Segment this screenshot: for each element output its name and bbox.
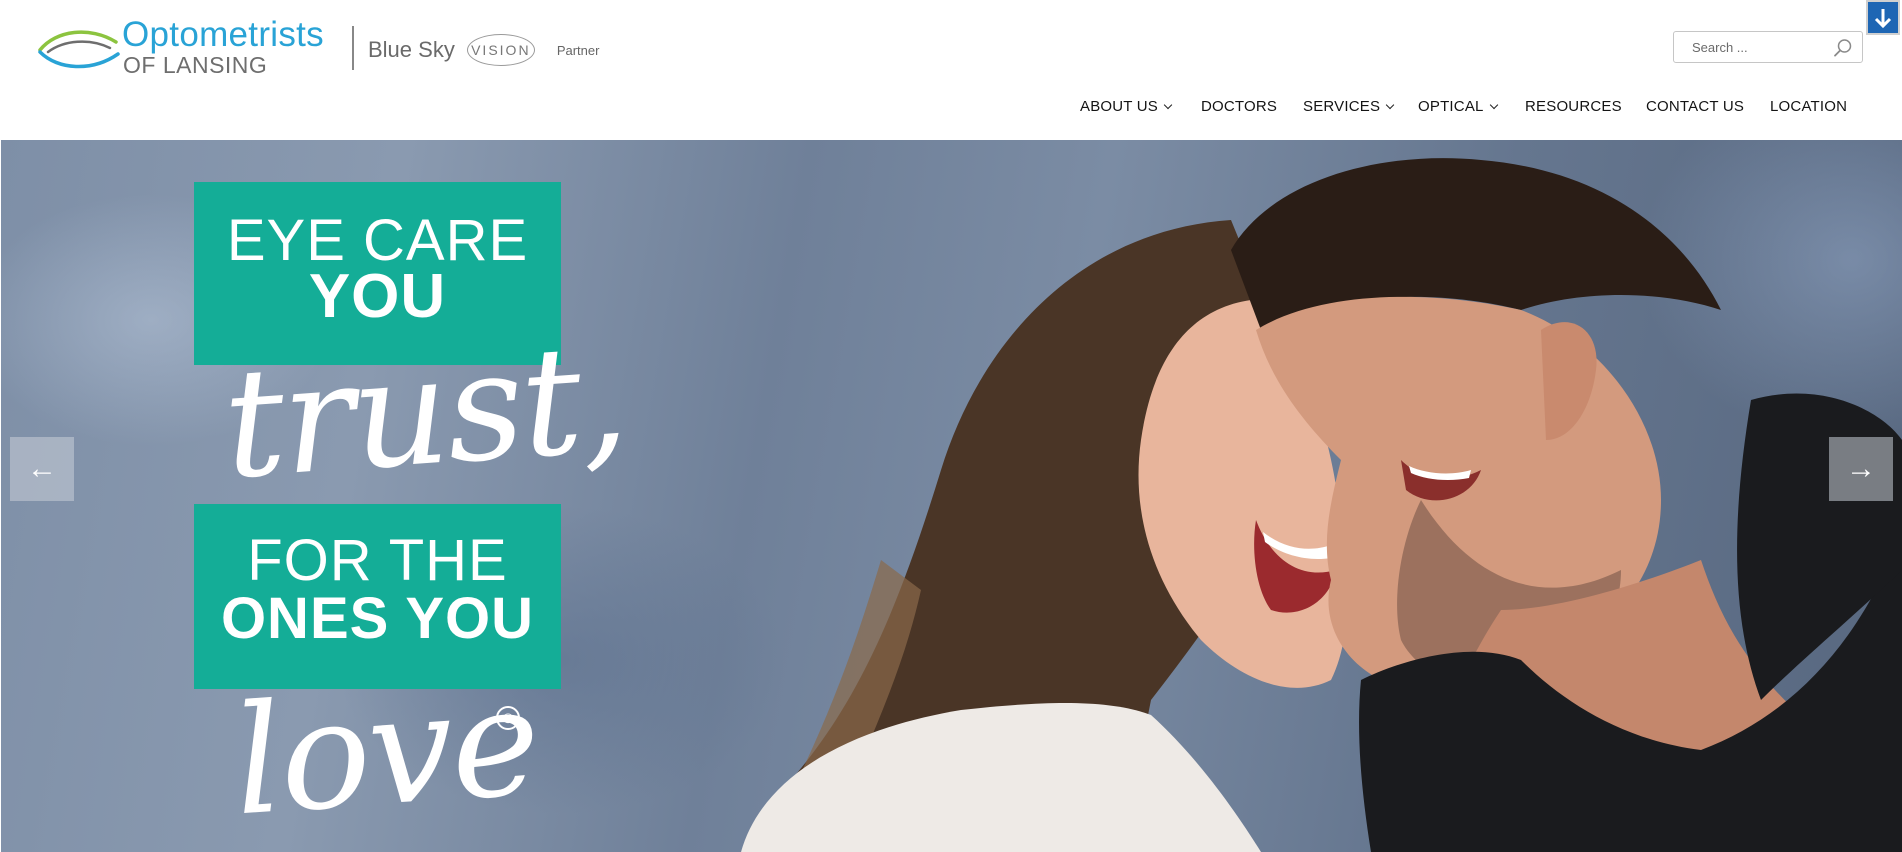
chevron-down-icon (1163, 100, 1173, 109)
partner-logo: Blue Sky VISION Partner (368, 30, 599, 70)
chevron-down-icon (1489, 100, 1498, 109)
slider-prev-button[interactable]: ← (10, 437, 74, 501)
nav-label: ABOUT US (1080, 98, 1159, 115)
nav-location[interactable]: LOCATION (1770, 98, 1847, 115)
nav-about-us[interactable]: ABOUT US (1080, 98, 1173, 115)
search-input[interactable] (1674, 32, 1834, 62)
nav-label: RESOURCES (1525, 98, 1622, 115)
arrow-left-icon: ← (27, 452, 57, 485)
nav-label: CONTACT US (1646, 98, 1745, 115)
hero-slider: EYE CARE YOU trust, FOR THE ONES YOU lov… (1, 140, 1902, 852)
headline-script-trust: trust, (218, 311, 632, 513)
nav-services[interactable]: SERVICES (1303, 98, 1395, 115)
nav-label: LOCATION (1770, 98, 1848, 115)
site-logo[interactable]: Optometrists OF LANSING (38, 16, 348, 80)
registered-mark: ® (496, 706, 520, 730)
logo-divider (352, 26, 354, 70)
nav-doctors[interactable]: DOCTORS (1201, 98, 1277, 115)
headline-line-4: ONES YOU (220, 586, 535, 651)
slider-next-button[interactable]: → (1829, 437, 1893, 501)
nav-label: OPTICAL (1418, 98, 1484, 115)
scroll-down-button[interactable] (1866, 0, 1900, 35)
hero-headline: EYE CARE YOU trust, FOR THE ONES YOU lov… (194, 182, 631, 852)
nav-label: DOCTORS (1201, 98, 1278, 115)
chevron-down-icon (1385, 100, 1395, 109)
nav-resources[interactable]: RESOURCES (1525, 98, 1622, 115)
site-header: Optometrists OF LANSING Blue Sky VISION … (0, 0, 1902, 140)
search-icon[interactable] (1833, 38, 1853, 58)
nav-optical[interactable]: OPTICAL (1418, 98, 1498, 115)
headline-script-love: love (228, 654, 544, 850)
nav-contact-us[interactable]: CONTACT US (1646, 98, 1744, 115)
headline-line-3: FOR THE (247, 528, 508, 593)
arrow-right-icon: → (1846, 452, 1876, 485)
eye-logo-icon (38, 30, 120, 69)
logo-subtitle: OF LANSING (123, 52, 268, 78)
main-nav: ABOUT US DOCTORS SERVICES OPTICAL RESOUR… (0, 98, 1902, 122)
partner-name: Blue Sky (368, 37, 455, 62)
logo-title: Optometrists (122, 15, 324, 54)
search-box (1673, 31, 1863, 63)
nav-label: SERVICES (1303, 98, 1381, 115)
arrow-down-icon (1874, 8, 1892, 28)
partner-badge: VISION (466, 34, 535, 66)
partner-label: Partner (556, 42, 600, 58)
